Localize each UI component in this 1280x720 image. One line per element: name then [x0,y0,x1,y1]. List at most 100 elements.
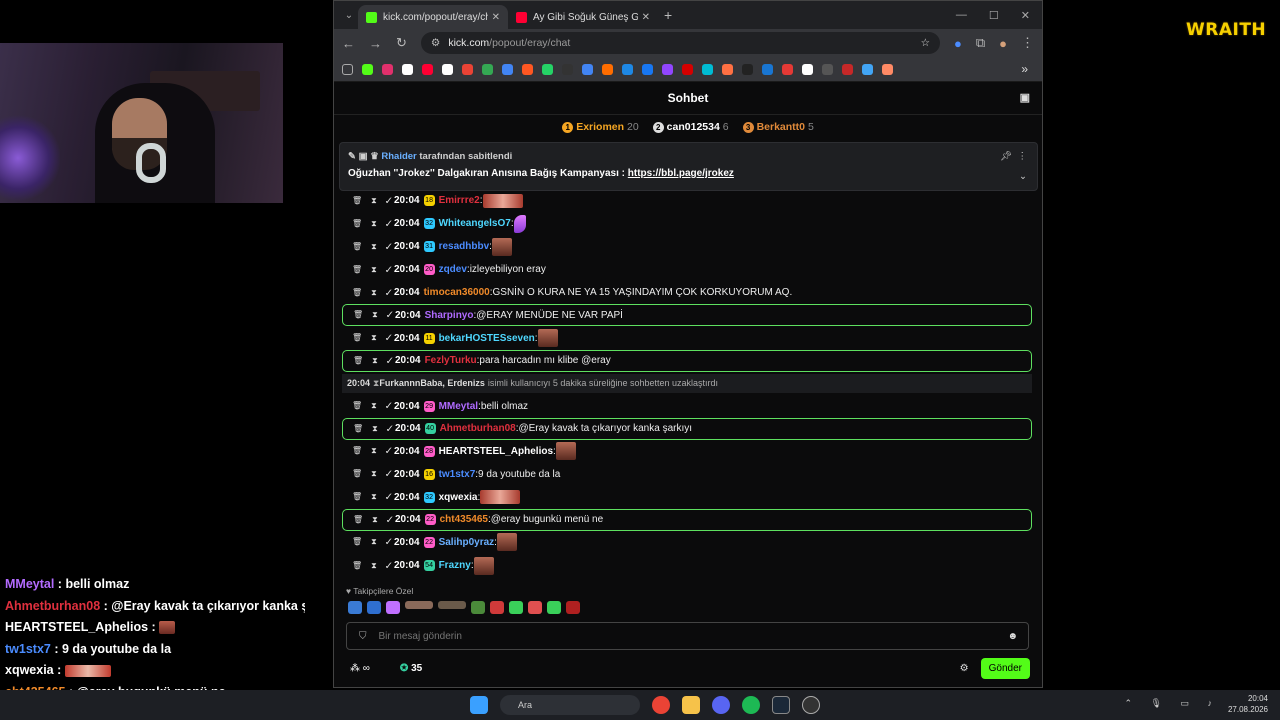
message-username[interactable]: WhiteangelsO7 [439,218,511,229]
start-icon[interactable] [470,696,488,714]
quick-emote[interactable] [471,601,485,614]
bookmark-icon[interactable] [722,63,733,75]
message-username[interactable]: bekarHOSTESseven [439,333,535,344]
minimize-icon[interactable]: — [956,9,967,22]
bookmark-icon[interactable] [682,63,693,75]
bookmark-icon[interactable] [762,63,773,75]
tab-youtube[interactable]: Ay Gibi Soğuk Güneş Gibi Sıcak ✕ [508,5,658,29]
bookmark-icon[interactable] [822,63,833,75]
bookmark-icon[interactable] [442,63,453,75]
message-username[interactable]: Ahmetburhan08 [440,423,516,434]
mod-actions-icons[interactable]: 🗑︎⧗✓ [352,242,394,252]
bookmark-icon[interactable] [522,63,533,75]
address-bar[interactable]: ⚙ kick.com/popout/eray/chat ☆ [420,32,940,54]
tab-kick-chat[interactable]: kick.com/popout/eray/chat ✕ [358,5,508,29]
mod-actions-icons[interactable]: 🗑︎⧗✓ [352,401,394,411]
mod-actions-icons[interactable]: 🗑︎⧗✓ [352,219,394,229]
message-username[interactable]: cht435465 [440,514,488,525]
site-info-icon[interactable]: ⚙ [431,37,440,49]
maximize-icon[interactable]: ☐ [989,9,999,22]
channel-points[interactable]: ✪ 35 [400,663,422,674]
unpin-icon[interactable]: 📌︎ ⋮ [1000,151,1027,162]
discord-icon[interactable] [712,696,730,714]
quick-emote[interactable] [528,601,542,614]
mod-actions-icons[interactable]: 🗑︎⧗✓ [352,561,394,571]
leaderboard-entry[interactable]: 1 Exriomen 20 [562,121,639,133]
mod-actions-icons[interactable]: 🗑︎⧗✓ [352,469,394,479]
bookmark-icon[interactable] [362,63,373,75]
reload-icon[interactable]: ↻ [396,35,407,51]
close-window-icon[interactable]: ✕ [1021,9,1030,22]
bookmark-icon[interactable] [642,63,653,75]
new-tab-icon[interactable]: + [664,7,672,23]
bookmark-icon[interactable] [382,63,393,75]
close-tab-icon[interactable]: ✕ [492,12,500,23]
message-username[interactable]: resadhbbv [439,241,490,252]
emoji-picker-icon[interactable]: ☻ [1007,631,1018,642]
bookmark-icon[interactable] [862,63,873,75]
mod-actions-icons[interactable]: 🗑︎⧗✓ [352,446,394,456]
mod-actions-icons[interactable]: 🗑︎⧗✓ [353,424,395,434]
spotify-icon[interactable] [742,696,760,714]
send-button[interactable]: Gönder [980,657,1030,679]
extensions-puzzle-icon[interactable]: ⧉ [976,35,985,51]
mod-actions-icons[interactable]: 🗑︎⧗✓ [353,356,395,366]
quick-emote[interactable] [348,601,362,614]
bookmark-icon[interactable] [482,63,493,75]
pinned-link[interactable]: https://bbl.page/jrokez [628,168,734,179]
gear-icon[interactable]: ⚙ [960,663,969,674]
pinned-by-user[interactable]: Rhaider [381,151,416,162]
chat-input[interactable] [366,630,1008,642]
bookmark-icon[interactable] [402,63,413,75]
message-username[interactable]: Frazny [439,560,471,571]
quick-emote[interactable] [547,601,561,614]
back-icon[interactable]: ← [342,36,355,51]
bookmark-icon[interactable] [502,63,513,75]
bookmark-icon[interactable] [802,63,813,75]
bookmark-icon[interactable] [662,63,673,75]
extension-icon[interactable]: ● [954,36,962,51]
bookmark-icon[interactable] [542,63,553,75]
steam-icon[interactable] [772,696,790,714]
bookmark-icon[interactable] [602,63,613,75]
chat-input-box[interactable]: ⛉ ☻ [346,622,1029,650]
tray-clock[interactable]: 20:04 27.08.2026 [1228,693,1268,715]
quick-emote[interactable] [367,601,381,614]
message-username[interactable]: MMeytal [439,401,478,412]
chat-settings-icon[interactable]: ▣ [1020,91,1030,104]
system-tray-icons[interactable]: ⌃ 🎙︎ ▭ ♪ [1125,698,1220,709]
quick-emote[interactable] [438,601,466,609]
quick-emote[interactable] [490,601,504,614]
menu-kebab-icon[interactable]: ⋮ [1021,35,1034,51]
mod-actions-icons[interactable]: 🗑︎⧗✓ [353,310,395,320]
forward-icon[interactable]: → [369,36,382,51]
expand-chevron-icon[interactable]: ⌄ [1019,171,1027,182]
tab-list-chevron-icon[interactable]: ⌄ [340,10,358,21]
message-username[interactable]: FezlyTurku [425,355,477,366]
mod-actions-icons[interactable]: 🗑︎⧗✓ [352,288,394,298]
message-username[interactable]: Emirrre2 [439,195,480,206]
mod-actions-icons[interactable]: 🗑︎⧗✓ [352,537,394,547]
quick-actions-icon[interactable]: ⁂ ∞ [350,663,370,674]
mod-actions-icons[interactable]: 🗑︎⧗✓ [352,492,394,502]
obs-icon[interactable] [802,696,820,714]
bookmark-icon[interactable] [842,63,853,75]
mod-actions-icons[interactable]: 🗑︎⧗✓ [353,515,395,525]
quick-emote[interactable] [386,601,400,614]
quick-emote[interactable] [509,601,523,614]
message-username[interactable]: HEARTSTEEL_Aphelios [439,446,553,457]
quick-emote[interactable] [405,601,433,609]
bookmark-icon[interactable] [622,63,633,75]
mod-actions-icons[interactable]: 🗑︎⧗✓ [352,196,394,206]
explorer-icon[interactable] [682,696,700,714]
message-username[interactable]: Salihp0yraz [439,537,495,548]
bookmark-icon[interactable] [882,63,893,75]
taskbar-search[interactable]: Ara [500,695,640,715]
mod-actions-icons[interactable]: 🗑︎⧗✓ [352,333,394,343]
bookmark-icon[interactable] [742,63,753,75]
message-username[interactable]: timocan36000 [424,287,490,298]
bookmark-icon[interactable] [702,63,713,75]
bookmark-icon[interactable] [462,63,473,75]
profile-avatar[interactable]: ● [999,36,1007,51]
message-username[interactable]: zqdev [439,264,467,275]
